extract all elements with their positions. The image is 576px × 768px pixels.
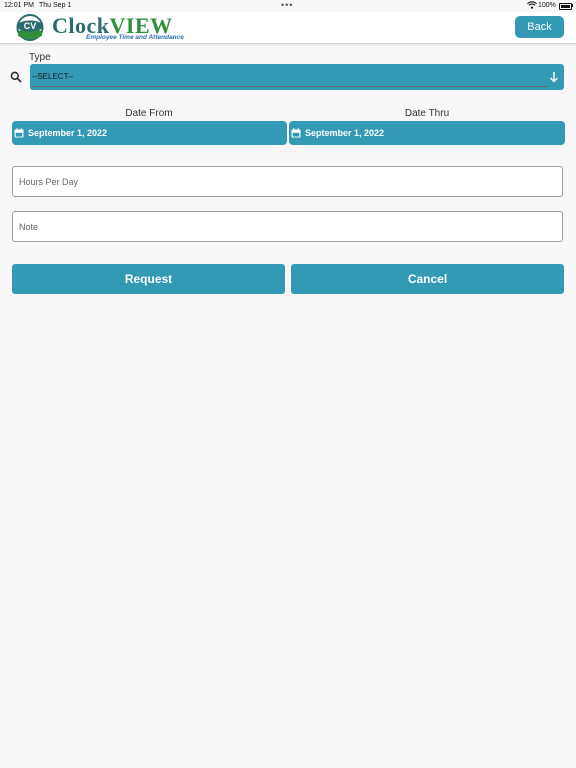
date-from-picker[interactable]: September 1, 2022 bbox=[12, 121, 287, 145]
app-header: CV ClockVIEW Employee Time and Attendanc… bbox=[0, 12, 576, 44]
svg-text:CV: CV bbox=[24, 21, 37, 31]
date-from-value: September 1, 2022 bbox=[28, 128, 108, 138]
cancel-button[interactable]: Cancel bbox=[291, 264, 564, 294]
hours-per-day-input[interactable] bbox=[12, 166, 563, 197]
date-thru-value: September 1, 2022 bbox=[305, 128, 385, 138]
status-bar: 12:01 PM Thu Sep 1 ••• 100% bbox=[0, 0, 576, 12]
arrow-down-icon bbox=[550, 72, 558, 83]
status-time: 12:01 PM bbox=[4, 2, 34, 9]
date-thru-label: Date Thru bbox=[404, 108, 450, 119]
multitasking-dots-icon[interactable]: ••• bbox=[281, 0, 293, 10]
battery-icon bbox=[559, 3, 572, 10]
type-label: Type bbox=[29, 52, 51, 63]
back-button[interactable]: Back bbox=[515, 16, 564, 38]
type-selected-value: --SELECT-- bbox=[32, 72, 74, 81]
date-from-label: Date From bbox=[125, 108, 173, 119]
status-date: Thu Sep 1 bbox=[39, 2, 72, 9]
type-select[interactable]: --SELECT-- bbox=[30, 64, 564, 90]
logo-wordmark: ClockVIEW bbox=[52, 13, 173, 38]
logo-tagline: Employee Time and Attendance bbox=[86, 34, 184, 41]
calendar-icon bbox=[291, 128, 301, 138]
calendar-icon bbox=[14, 128, 24, 138]
battery-percent: 100% bbox=[538, 2, 556, 9]
request-button[interactable]: Request bbox=[12, 264, 285, 294]
note-input[interactable] bbox=[12, 211, 563, 242]
clockview-logo-icon: CV bbox=[16, 14, 44, 41]
search-icon[interactable] bbox=[10, 71, 22, 83]
wifi-icon bbox=[527, 1, 537, 9]
date-thru-picker[interactable]: September 1, 2022 bbox=[289, 121, 565, 145]
